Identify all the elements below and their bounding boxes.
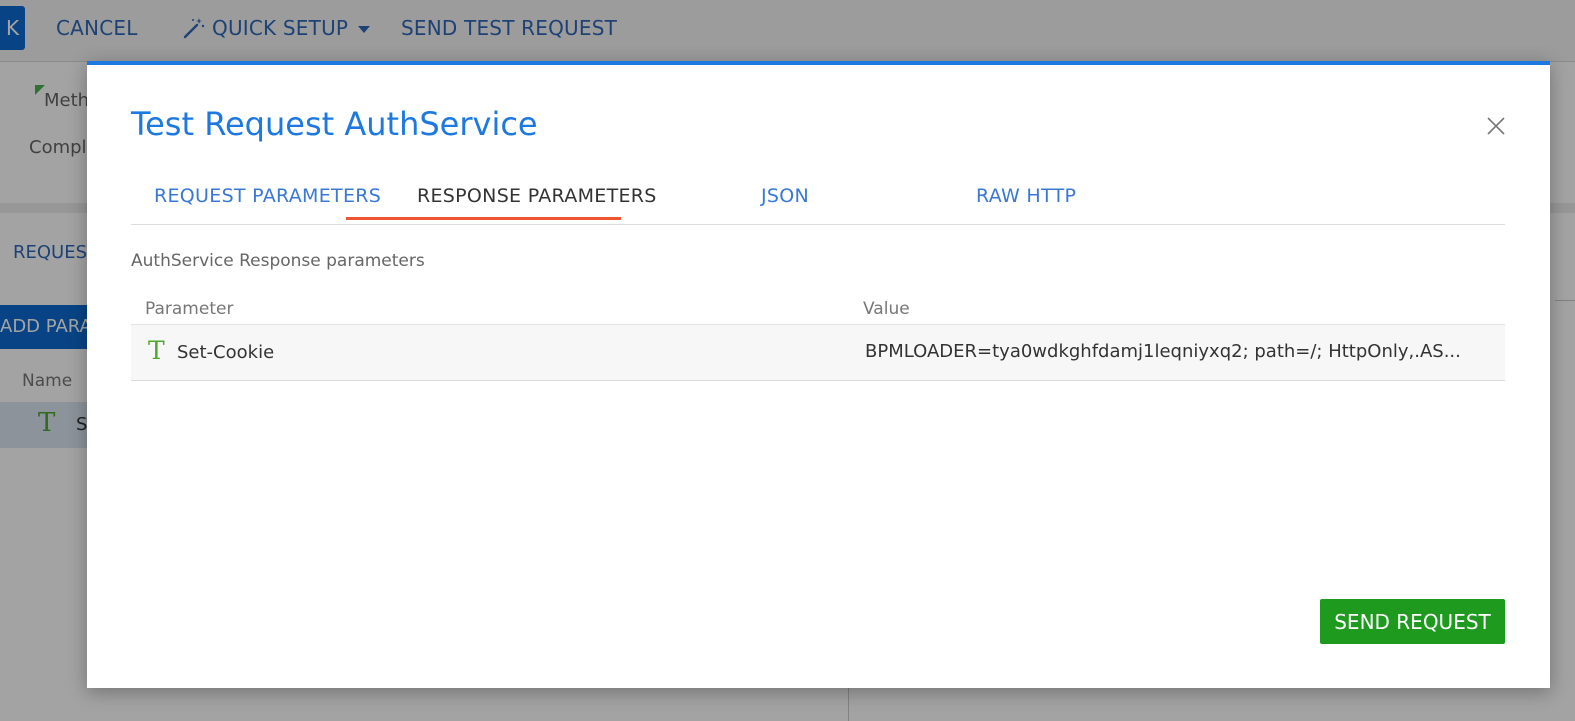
parameter-column-header: Parameter (145, 299, 234, 319)
active-tab-indicator (346, 217, 621, 220)
send-request-button[interactable]: SEND REQUEST (1320, 599, 1505, 644)
dialog-title: Test Request AuthService (131, 105, 538, 143)
table-header: Parameter Value (131, 291, 1505, 325)
tab-json[interactable]: JSON (761, 185, 809, 207)
response-parameters-table: Parameter Value T Set-Cookie BPMLOADER=t… (131, 291, 1505, 381)
test-request-dialog: Test Request AuthService REQUEST PARAMET… (87, 61, 1550, 688)
parameter-name: Set-Cookie (177, 342, 275, 363)
tab-response-parameters[interactable]: RESPONSE PARAMETERS (417, 185, 657, 207)
tab-bar: REQUEST PARAMETERS RESPONSE PARAMETERS J… (131, 177, 1505, 225)
close-icon[interactable] (1485, 115, 1507, 137)
text-type-icon: T (148, 336, 165, 365)
value-column-header: Value (863, 299, 910, 319)
section-caption: AuthService Response parameters (131, 251, 425, 271)
tab-raw-http[interactable]: RAW HTTP (976, 185, 1076, 207)
parameter-value: BPMLOADER=tya0wdkghfdamj1leqniyxq2; path… (865, 341, 1461, 362)
table-row[interactable]: T Set-Cookie BPMLOADER=tya0wdkghfdamj1le… (131, 325, 1505, 381)
tab-request-parameters[interactable]: REQUEST PARAMETERS (154, 185, 381, 207)
